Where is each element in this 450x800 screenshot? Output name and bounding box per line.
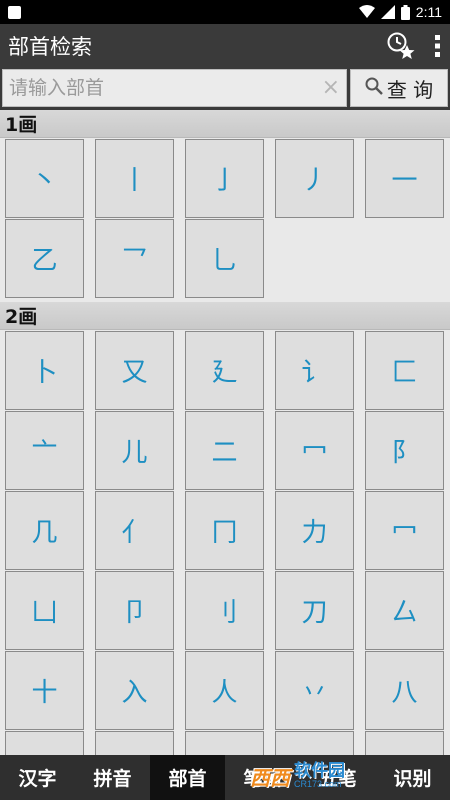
section-header-stroke-2: 2画 [0,302,450,330]
clear-icon[interactable]: × [318,77,340,99]
app-bar: 部首检索 [0,24,450,68]
radical-search-input[interactable] [9,70,318,106]
radical-tile[interactable]: 亻 [95,491,174,570]
radical-tile[interactable]: 刂 [185,571,264,650]
radical-tile[interactable]: 廴 [185,331,264,410]
radical-tile[interactable]: 讠 [275,331,354,410]
radical-tile[interactable]: 冖 [365,491,444,570]
radical-tile[interactable]: 乙 [5,219,84,298]
radical-tile[interactable] [185,731,264,755]
search-icon [365,76,383,100]
radical-tile[interactable]: 凵 [5,571,84,650]
signal-icon [380,5,395,19]
tab-pinyin[interactable]: 拼音 [75,755,150,800]
search-box: × [2,69,347,107]
status-bar: 2:11 [0,0,450,24]
radical-tile[interactable]: 卜 [5,331,84,410]
tab-hanzi[interactable]: 汉字 [0,755,75,800]
radical-tile[interactable]: 乚 [185,219,264,298]
radical-tile[interactable]: 力 [275,491,354,570]
status-time: 2:11 [415,4,442,20]
radical-tile[interactable]: 丶 [5,139,84,218]
radical-tile[interactable]: 丷 [275,651,354,730]
tab-strokes[interactable]: 笔画 [225,755,300,800]
radical-tile[interactable] [95,731,174,755]
radical-grid-stroke-1: 丶 丨 亅 丿 一 乙 乛 乚 [0,138,450,299]
tab-radical[interactable]: 部首 [150,755,225,800]
radical-tile[interactable]: 二 [185,411,264,490]
radical-tile[interactable]: 卩 [95,571,174,650]
radical-tile[interactable]: 丿 [275,139,354,218]
radical-tile[interactable] [5,731,84,755]
tab-recognize[interactable]: 识别 [375,755,450,800]
radical-grid-stroke-2: 卜 又 廴 讠 匚 亠 儿 二 冖 阝 几 亻 冂 力 冖 凵 卩 刂 刀 厶 … [0,330,450,755]
battery-icon [400,4,410,20]
radical-tile[interactable]: 阝 [365,411,444,490]
tab-wubi[interactable]: 五笔 [300,755,375,800]
wifi-icon [358,5,375,19]
query-button-label: 查 询 [386,77,434,102]
notification-icon [8,5,21,19]
page-title: 部首检索 [8,35,92,59]
history-favorite-icon[interactable] [386,31,416,61]
radical-tile[interactable]: 人 [185,651,264,730]
radical-tile[interactable]: 入 [95,651,174,730]
query-button[interactable]: 查 询 [350,69,448,107]
radical-tile[interactable]: 丨 [95,139,174,218]
radical-tile[interactable]: 亠 [5,411,84,490]
radical-tile[interactable]: 又 [95,331,174,410]
search-row: × 查 询 [0,68,450,110]
overflow-menu-icon[interactable] [434,34,442,58]
radical-list[interactable]: 1画 丶 丨 亅 丿 一 乙 乛 乚 2画 卜 又 廴 讠 匚 亠 儿 二 冖 … [0,110,450,755]
radical-tile[interactable]: 冂 [185,491,264,570]
bottom-tab-bar: 汉字 拼音 部首 笔画 五笔 识别 [0,755,450,800]
radical-tile[interactable]: 十 [5,651,84,730]
radical-tile[interactable]: 乛 [95,219,174,298]
radical-tile[interactable]: 儿 [95,411,174,490]
radical-tile[interactable]: 厶 [365,571,444,650]
radical-tile[interactable] [275,731,354,755]
radical-tile[interactable]: 几 [5,491,84,570]
radical-tile[interactable]: 亅 [185,139,264,218]
radical-tile[interactable]: 一 [365,139,444,218]
radical-tile[interactable]: 匚 [365,331,444,410]
radical-tile[interactable]: 冖 [275,411,354,490]
radical-tile[interactable]: 八 [365,651,444,730]
radical-tile[interactable]: 刀 [275,571,354,650]
section-header-stroke-1: 1画 [0,110,450,138]
radical-tile[interactable] [365,731,444,755]
